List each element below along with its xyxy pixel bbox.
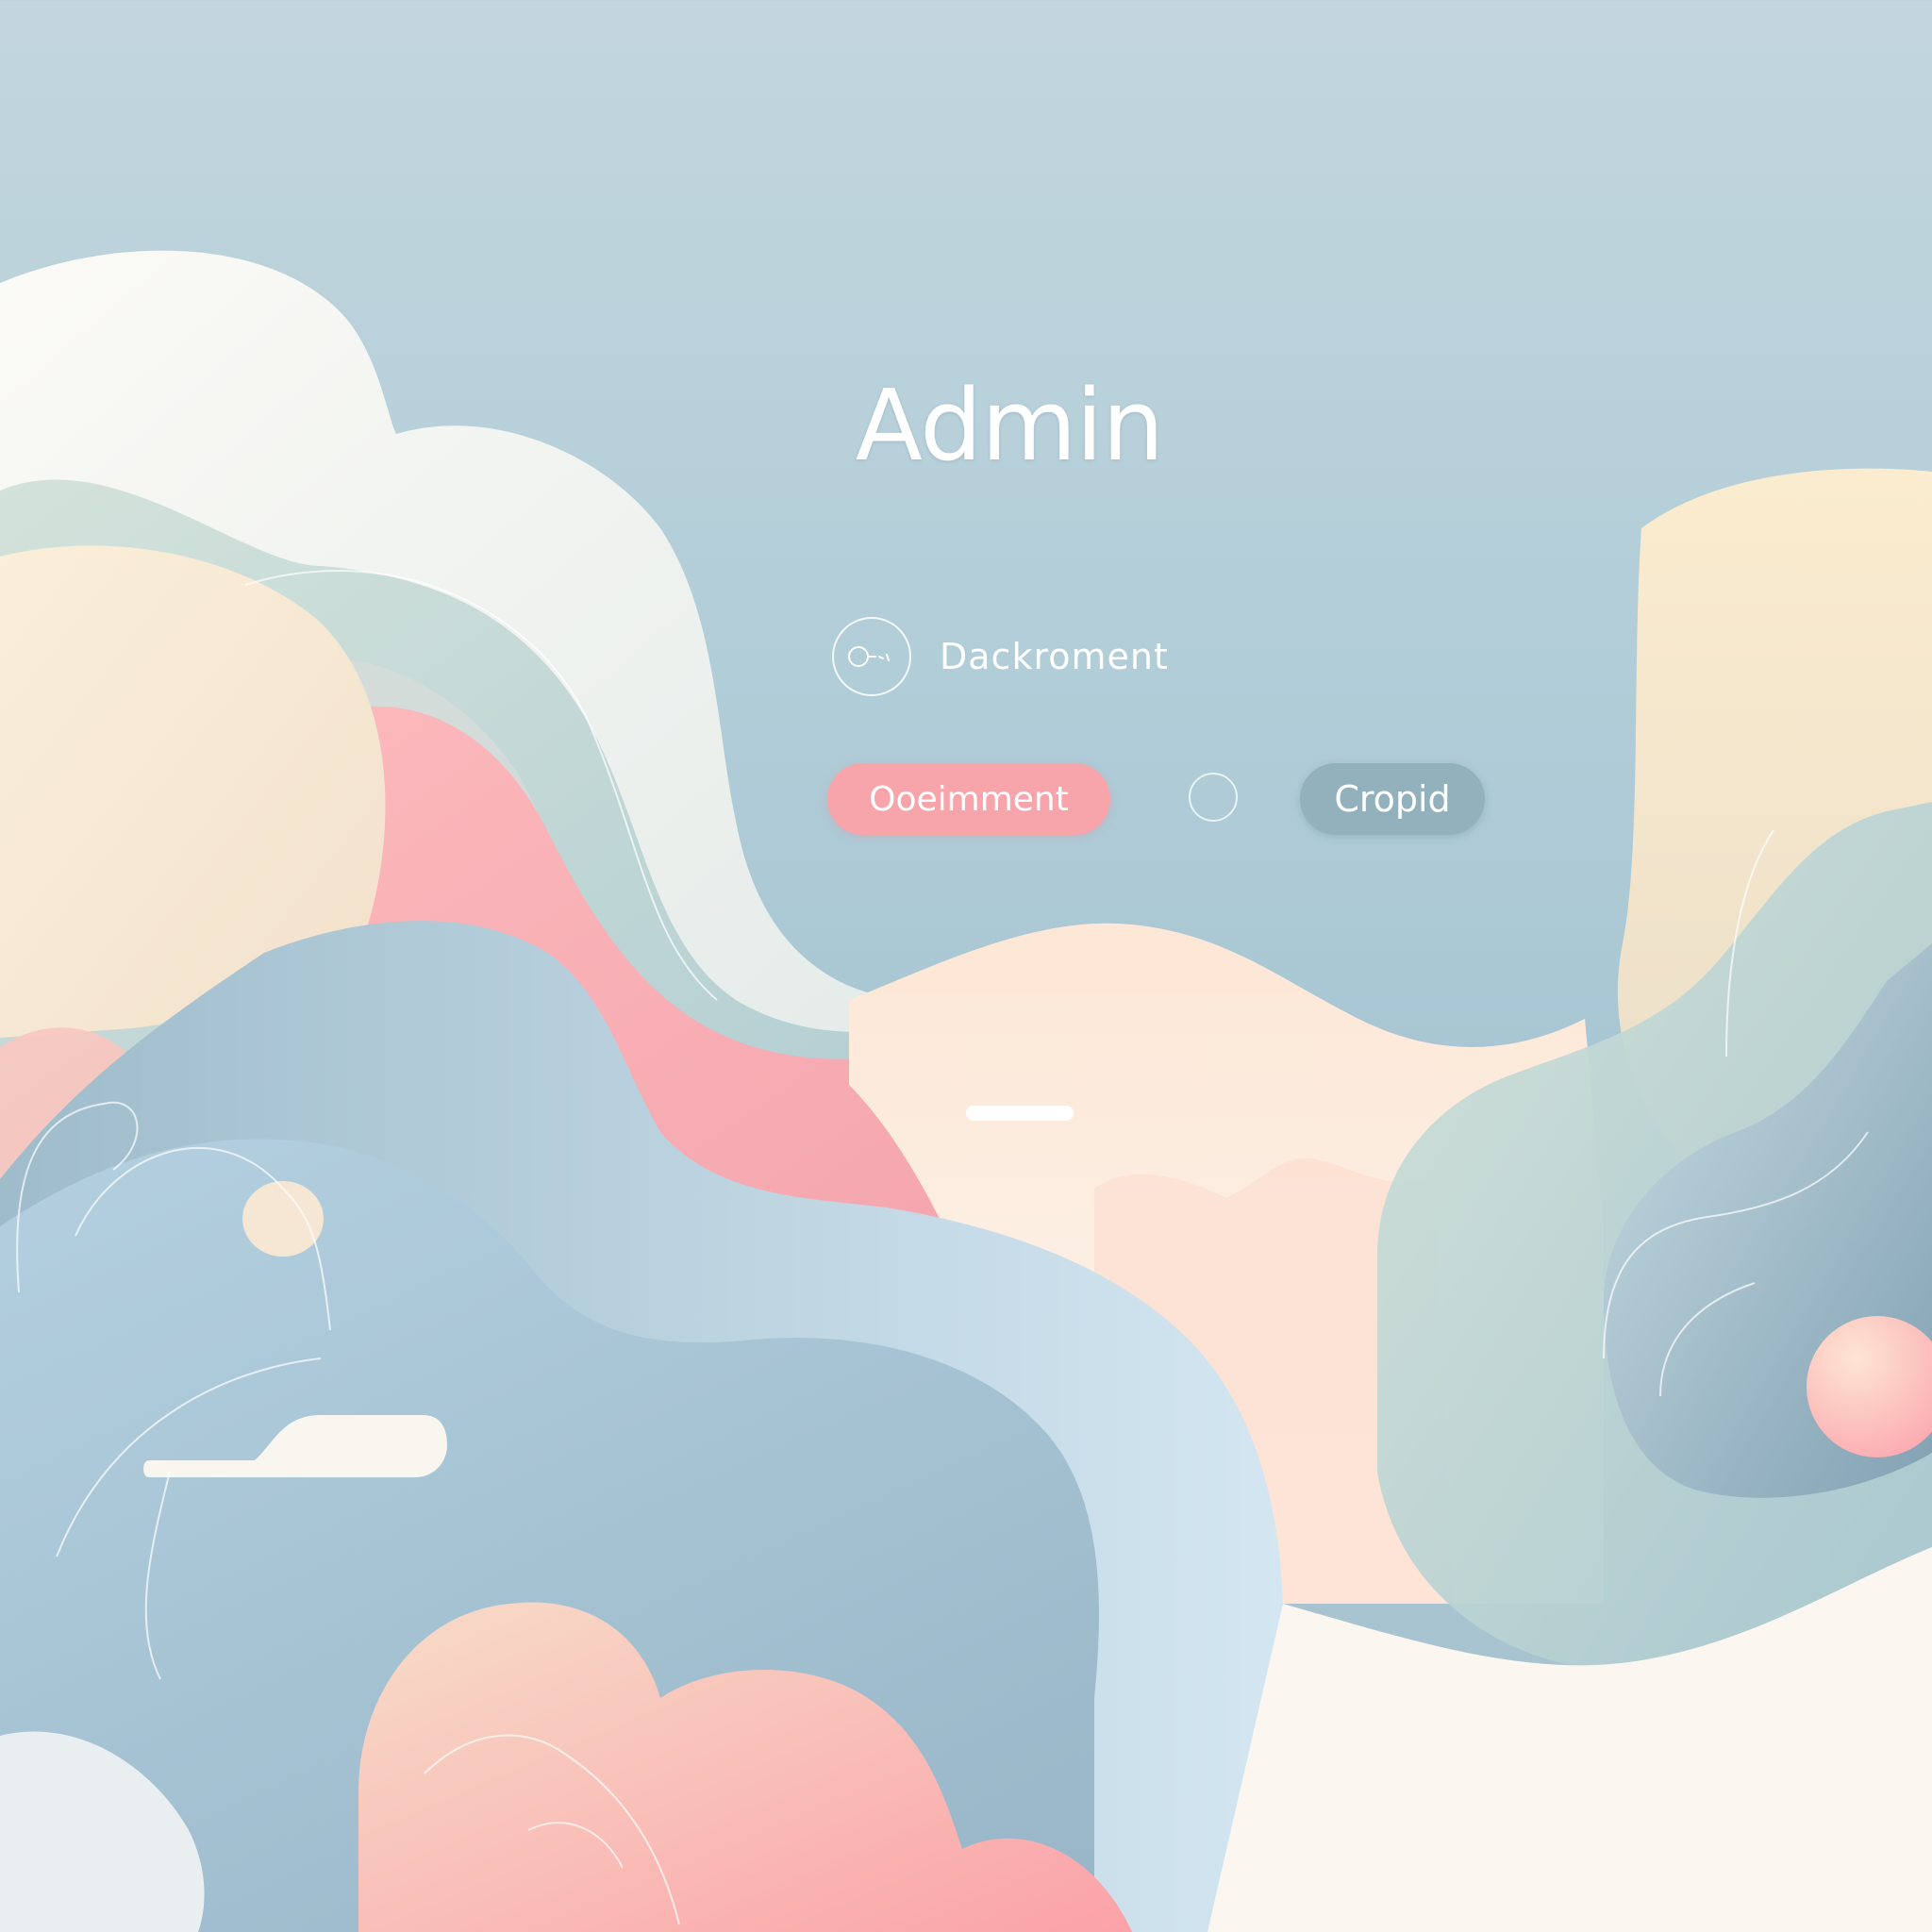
background-illustration <box>0 250 1932 1932</box>
divider-dash <box>966 1106 1074 1121</box>
page-title: Admin <box>855 368 1164 483</box>
radio-circle-icon[interactable] <box>1189 773 1238 822</box>
primary-action-button[interactable]: Ooeimment <box>827 763 1110 835</box>
account-label: Dackroment <box>940 636 1169 677</box>
user-avatar-icon[interactable] <box>832 617 911 696</box>
user-avatar-glyph <box>848 646 890 667</box>
account-row[interactable]: Dackroment <box>832 611 1169 702</box>
secondary-action-button[interactable]: Cropid <box>1300 763 1485 835</box>
